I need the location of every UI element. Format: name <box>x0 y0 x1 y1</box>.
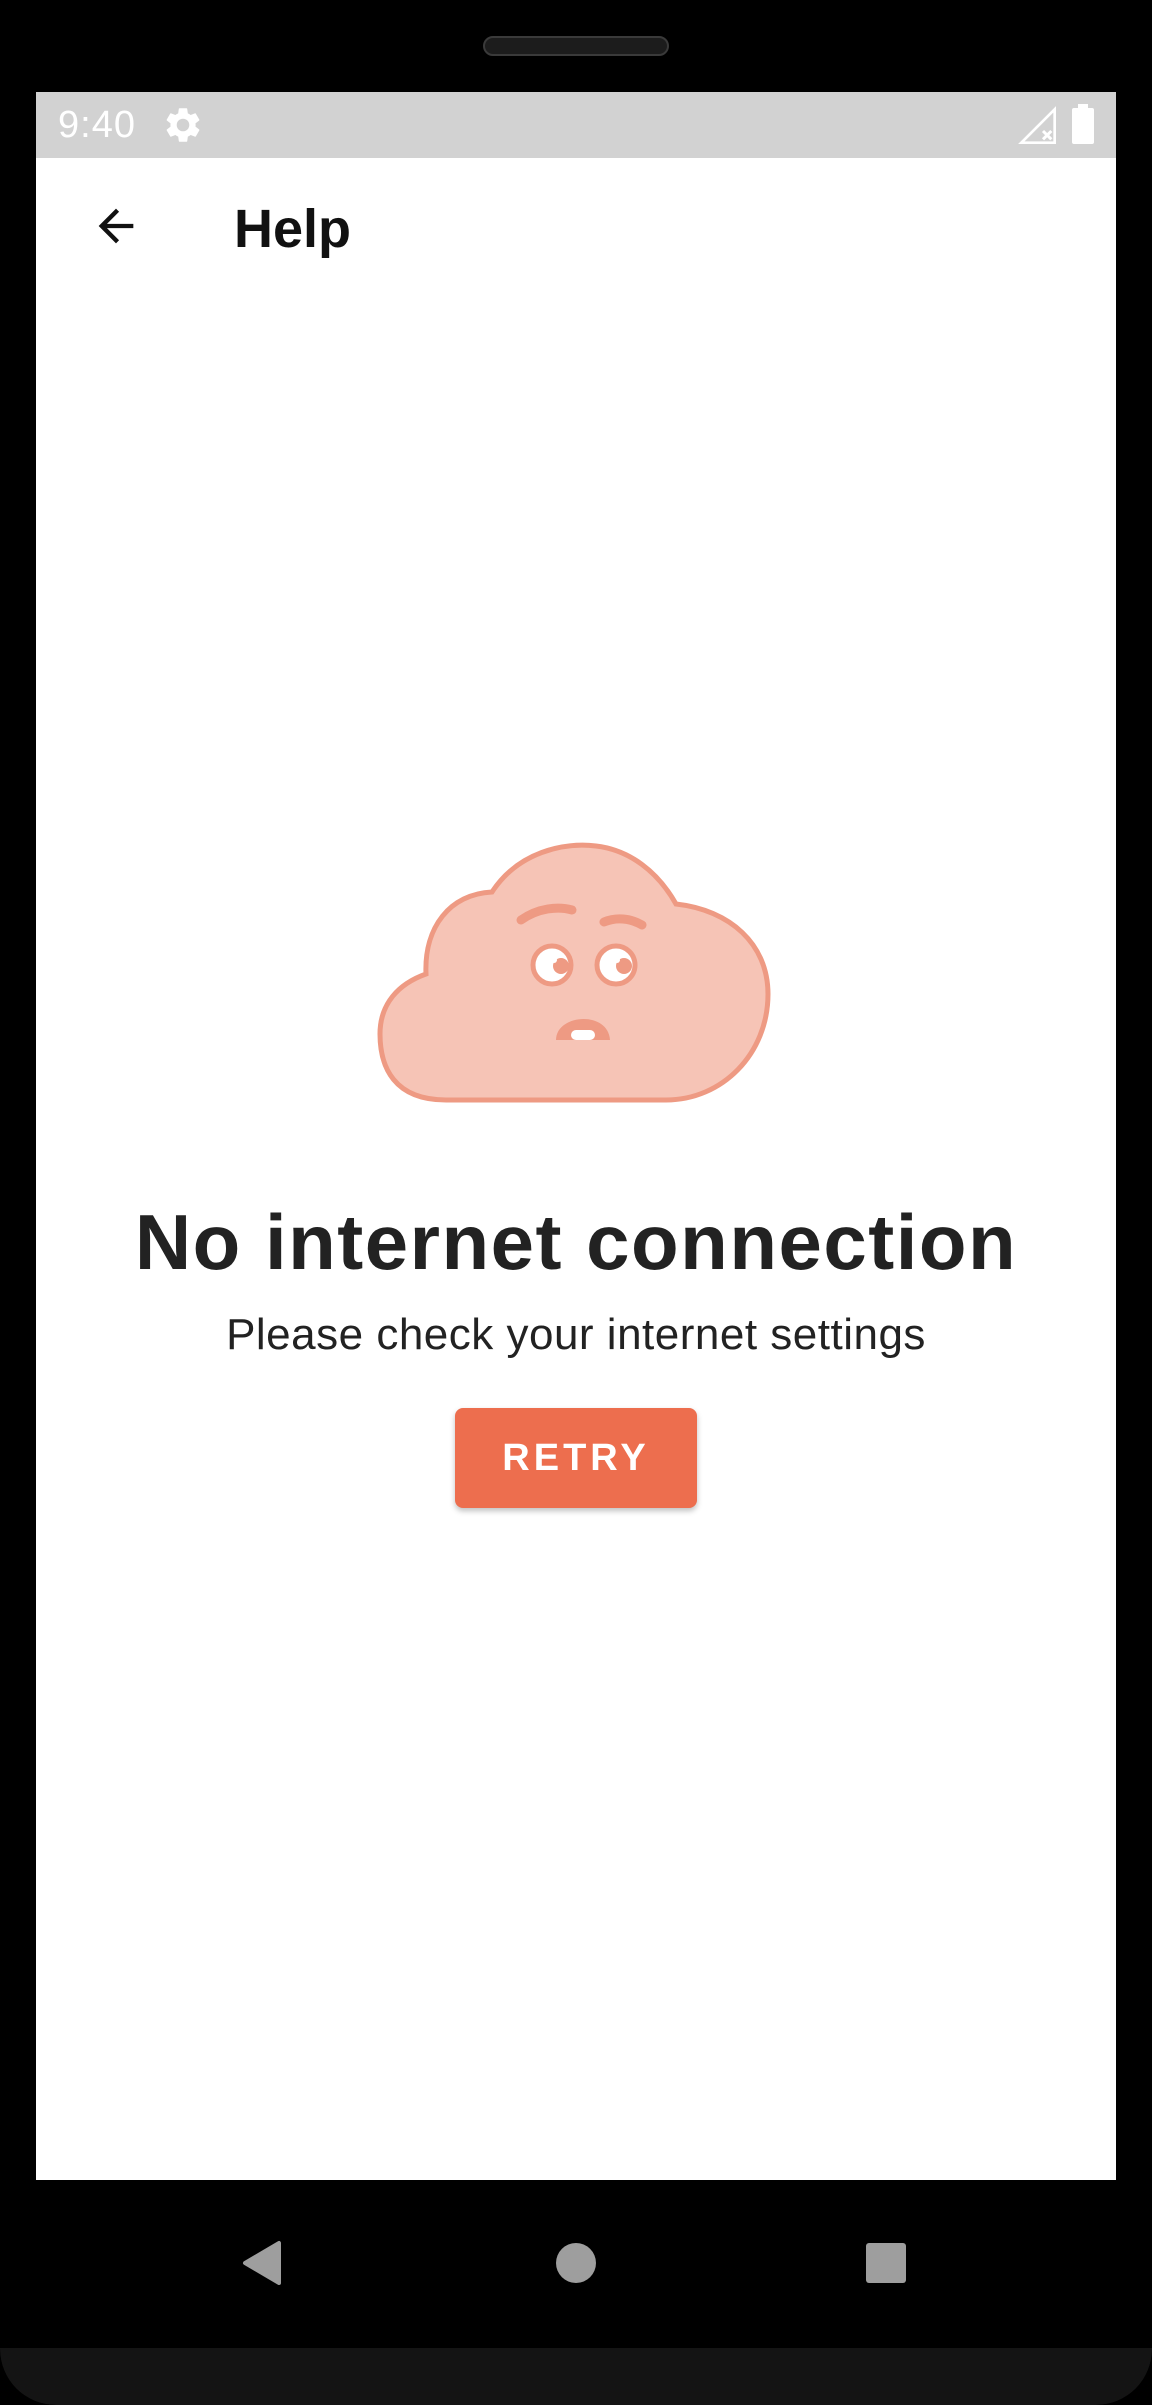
app-bar: Help <box>36 158 1116 328</box>
gear-icon <box>162 104 204 146</box>
back-triangle-icon <box>239 2239 285 2292</box>
battery-icon <box>1072 104 1094 144</box>
sad-cloud-icon <box>376 822 776 1112</box>
device-chin <box>0 2348 1152 2405</box>
screen: 9:40 Help No internet connection Please … <box>36 92 1116 2180</box>
home-circle-icon <box>554 2241 598 2290</box>
nav-recents-button[interactable] <box>846 2225 926 2305</box>
nav-home-button[interactable] <box>536 2225 616 2305</box>
arrow-left-icon <box>90 200 142 257</box>
device-frame: 9:40 Help No internet connection Please … <box>0 0 1152 2405</box>
retry-button[interactable]: RETRY <box>455 1408 697 1508</box>
error-title: No internet connection <box>134 1198 1018 1286</box>
error-message: Please check your internet settings <box>226 1310 926 1359</box>
recents-square-icon <box>864 2241 908 2290</box>
earpiece-speaker <box>483 36 669 56</box>
nav-back-button[interactable] <box>222 2225 302 2305</box>
signal-off-icon <box>1018 106 1058 146</box>
system-nav-bar <box>0 2180 1152 2350</box>
back-button[interactable] <box>76 188 156 268</box>
page-title: Help <box>234 199 352 259</box>
status-time: 9:40 <box>58 104 136 146</box>
status-bar: 9:40 <box>36 92 1116 158</box>
